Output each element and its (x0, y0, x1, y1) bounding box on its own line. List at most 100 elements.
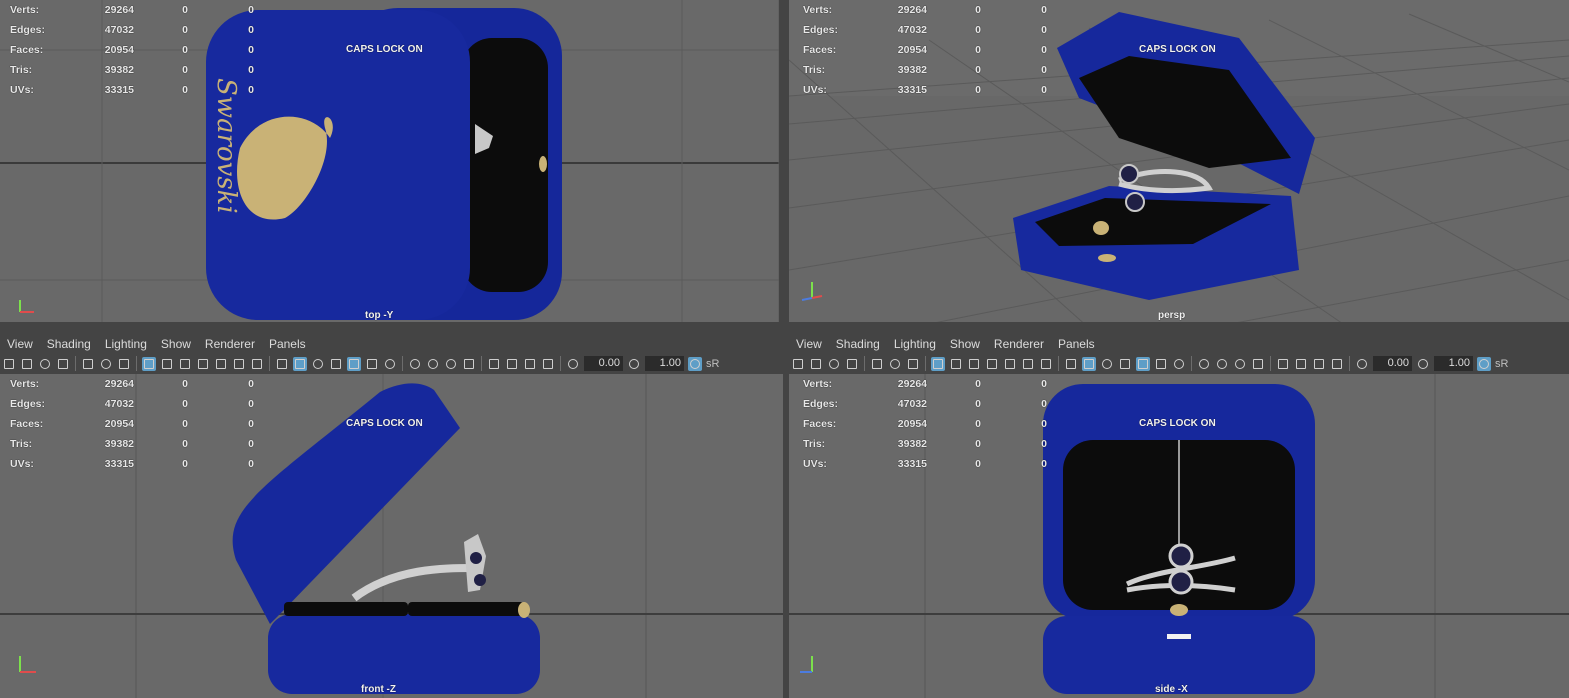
film-gate-icon[interactable] (160, 357, 174, 371)
motion-blur-icon[interactable] (1215, 357, 1229, 371)
grid-icon[interactable] (142, 356, 156, 371)
safe-action-icon[interactable] (1021, 357, 1035, 371)
menu-shading[interactable]: Shading (829, 336, 887, 353)
shadows-icon[interactable] (365, 357, 379, 371)
resolution-gate-icon[interactable] (178, 357, 192, 371)
2d-pan-zoom-icon[interactable] (99, 357, 113, 371)
pen-icon[interactable] (117, 357, 131, 371)
motion-blur-icon[interactable] (426, 357, 440, 371)
exposure-icon[interactable] (1355, 357, 1369, 371)
wireframe-on-shaded-icon[interactable] (311, 357, 325, 371)
depth-of-field-icon[interactable] (1251, 357, 1265, 371)
isolate-select-icon[interactable] (487, 357, 501, 371)
anti-aliasing-icon[interactable] (1233, 357, 1247, 371)
smooth-shade-icon[interactable] (293, 356, 307, 371)
film-gate-icon[interactable] (949, 357, 963, 371)
menu-lighting[interactable]: Lighting (98, 336, 154, 353)
textured-icon[interactable] (329, 357, 343, 371)
depth-of-field-icon[interactable] (462, 357, 476, 371)
axis-gizmo-front (19, 656, 36, 673)
ambient-occlusion-icon[interactable] (1197, 357, 1211, 371)
menu-panels[interactable]: Panels (1051, 336, 1102, 353)
color-management-icon[interactable] (1477, 356, 1491, 371)
menu-show[interactable]: Show (154, 336, 198, 353)
wireframe-icon[interactable] (275, 357, 289, 371)
image-plane-icon[interactable] (56, 357, 70, 371)
field-chart-icon[interactable] (1003, 357, 1017, 371)
isolate-view-icon[interactable] (1330, 357, 1344, 371)
axis-gizmo-top (19, 300, 34, 313)
xray-joints-icon[interactable] (1294, 357, 1308, 371)
gamma-field[interactable]: 1.00 (1434, 356, 1473, 371)
use-all-lights-icon[interactable] (347, 356, 361, 371)
wireframe-icon[interactable] (1064, 357, 1078, 371)
xray-active-icon[interactable] (1312, 357, 1326, 371)
select-camera-icon[interactable] (791, 357, 805, 371)
toolbar-divider (925, 356, 926, 371)
gate-mask-icon[interactable] (985, 357, 999, 371)
safe-title-icon[interactable] (250, 357, 264, 371)
textured-icon[interactable] (1118, 357, 1132, 371)
toolbar-divider (560, 356, 561, 371)
resolution-gate-icon[interactable] (967, 357, 981, 371)
panel-menu-bar-right: View Shading Lighting Show Renderer Pane… (789, 336, 1102, 353)
select-camera-icon[interactable] (2, 357, 16, 371)
gamma-icon[interactable] (1416, 357, 1430, 371)
toolbar-divider (1270, 356, 1271, 371)
safe-action-icon[interactable] (232, 357, 246, 371)
pen-icon[interactable] (906, 357, 920, 371)
menu-renderer[interactable]: Renderer (198, 336, 262, 353)
xray-active-icon[interactable] (523, 357, 537, 371)
2d-pan-zoom-icon[interactable] (888, 357, 902, 371)
wireframe-on-shaded-icon[interactable] (1100, 357, 1114, 371)
viewport-label-side: side -X (1155, 684, 1188, 695)
safe-title-icon[interactable] (1039, 357, 1053, 371)
toolbar-divider (1058, 356, 1059, 371)
colorspace-label[interactable]: sR (706, 358, 719, 370)
menu-view[interactable]: View (0, 336, 40, 353)
camera-attributes-icon[interactable] (20, 357, 34, 371)
caps-lock-indicator: CAPS LOCK ON (1139, 44, 1216, 55)
color-management-icon[interactable] (688, 356, 702, 371)
exposure-field[interactable]: 0.00 (1373, 356, 1412, 371)
anti-aliasing-icon[interactable] (444, 357, 458, 371)
grease-pencil-icon[interactable] (870, 357, 884, 371)
xray-icon[interactable] (1172, 357, 1186, 371)
field-chart-icon[interactable] (214, 357, 228, 371)
bookmark-icon[interactable] (827, 357, 841, 371)
menu-view[interactable]: View (789, 336, 829, 353)
axis-gizmo-side (800, 656, 813, 673)
xray-icon[interactable] (383, 357, 397, 371)
toolbar-divider (1191, 356, 1192, 371)
axis-gizmo-persp (801, 282, 823, 301)
panel-toolbar-right: 0.00 1.00 sR (789, 353, 1569, 374)
isolate-view-icon[interactable] (541, 357, 555, 371)
panel-divider-vertical-top[interactable] (779, 0, 789, 328)
exposure-icon[interactable] (566, 357, 580, 371)
panel-divider-vertical-bottom[interactable] (783, 374, 789, 698)
menu-panels[interactable]: Panels (262, 336, 313, 353)
gamma-icon[interactable] (627, 357, 641, 371)
exposure-field[interactable]: 0.00 (584, 356, 623, 371)
colorspace-label[interactable]: sR (1495, 358, 1508, 370)
ambient-occlusion-icon[interactable] (408, 357, 422, 371)
grid-icon[interactable] (931, 356, 945, 371)
hud-side: Verts: 29264 0 0 Edges: 47032 0 0 Faces: 20954 0… (803, 378, 1047, 470)
camera-attributes-icon[interactable] (809, 357, 823, 371)
grease-pencil-icon[interactable] (81, 357, 95, 371)
shadows-icon[interactable] (1154, 357, 1168, 371)
gate-mask-icon[interactable] (196, 357, 210, 371)
gamma-field[interactable]: 1.00 (645, 356, 684, 371)
image-plane-icon[interactable] (845, 357, 859, 371)
menu-show[interactable]: Show (943, 336, 987, 353)
menu-renderer[interactable]: Renderer (987, 336, 1051, 353)
xray-joints-icon[interactable] (505, 357, 519, 371)
smooth-shade-icon[interactable] (1082, 356, 1096, 371)
menu-lighting[interactable]: Lighting (887, 336, 943, 353)
hud-front: Verts: 29264 0 0 Edges: 47032 0 0 Faces: 20954 0… (10, 378, 254, 470)
use-all-lights-icon[interactable] (1136, 356, 1150, 371)
bookmark-icon[interactable] (38, 357, 52, 371)
menu-shading[interactable]: Shading (40, 336, 98, 353)
panel-toolbar-left: 0.00 1.00 sR (0, 353, 783, 374)
isolate-select-icon[interactable] (1276, 357, 1290, 371)
